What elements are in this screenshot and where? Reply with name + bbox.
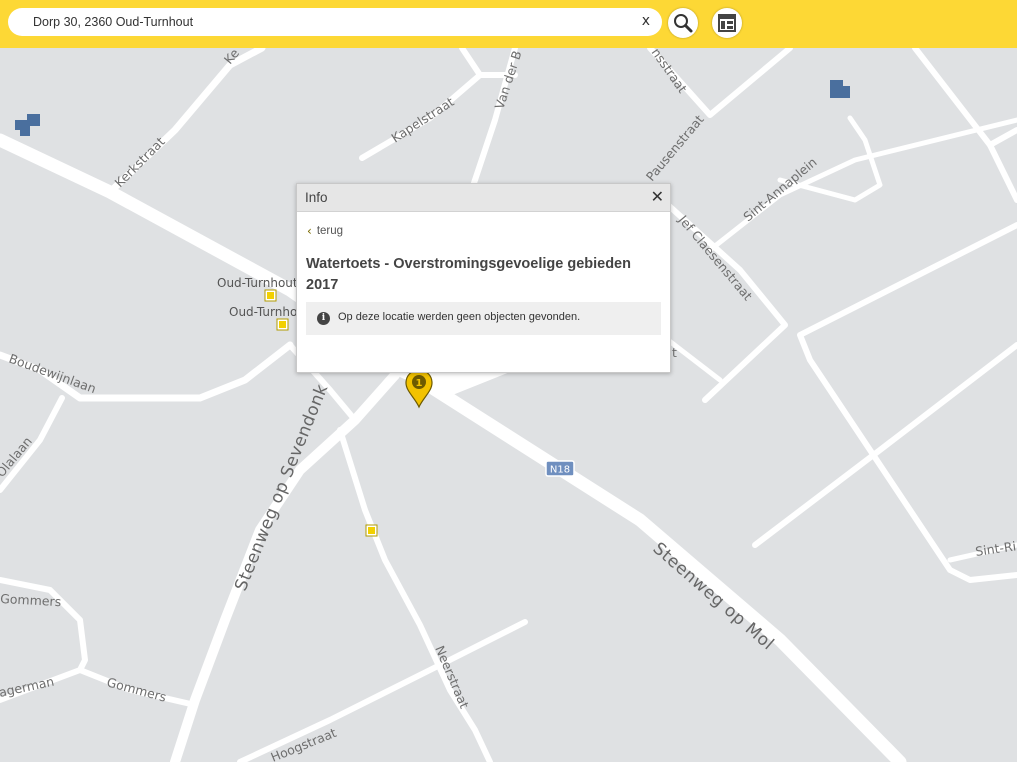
map-background (0, 0, 1017, 762)
magnifier-icon (674, 14, 693, 33)
search-value[interactable]: Dorp 30, 2360 Oud-Turnhout (33, 15, 193, 29)
close-icon[interactable]: ✕ (651, 187, 664, 206)
top-bar: Dorp 30, 2360 Oud-Turnhout x (0, 0, 1017, 48)
layer-title: Watertoets - Overstromingsgevoelige gebi… (306, 256, 631, 293)
map-canvas[interactable]: Oud-Turnhout Oud-Turnhout Kerkstraat Ke … (0, 0, 1017, 762)
search-button[interactable] (668, 8, 698, 38)
search-input[interactable]: Dorp 30, 2360 Oud-Turnhout x (8, 8, 662, 36)
street-label-gommers-1: Gommers (0, 591, 62, 609)
info-panel-title: Info (305, 190, 328, 205)
street-label-partial: t (672, 345, 677, 360)
bus-stop-icon[interactable] (365, 524, 378, 537)
info-panel: Info ✕ ‹ terug Watertoets - Overstroming… (296, 183, 671, 373)
layers-button[interactable] (712, 8, 742, 38)
layers-grid-icon (718, 14, 736, 32)
result-message: i Op deze locatie werden geen objecten g… (306, 302, 661, 335)
stop-label: Oud-Turnhout (217, 276, 298, 290)
svg-text:N18: N18 (550, 465, 570, 476)
road-badge-n18: N18 (545, 460, 575, 477)
info-panel-header: Info ✕ (297, 184, 670, 212)
back-link-label: terug (316, 225, 344, 237)
result-message-text: Op deze locatie werden geen objecten gev… (338, 311, 581, 323)
chevron-left-icon: ‹ (307, 224, 312, 238)
bus-stop-icon[interactable] (276, 318, 289, 331)
info-icon: i (317, 312, 330, 325)
clear-search-button[interactable]: x (642, 13, 650, 29)
marker-number: 1 (416, 378, 423, 389)
bus-stop-icon[interactable] (264, 289, 277, 302)
back-link[interactable]: ‹ terug (307, 224, 343, 238)
